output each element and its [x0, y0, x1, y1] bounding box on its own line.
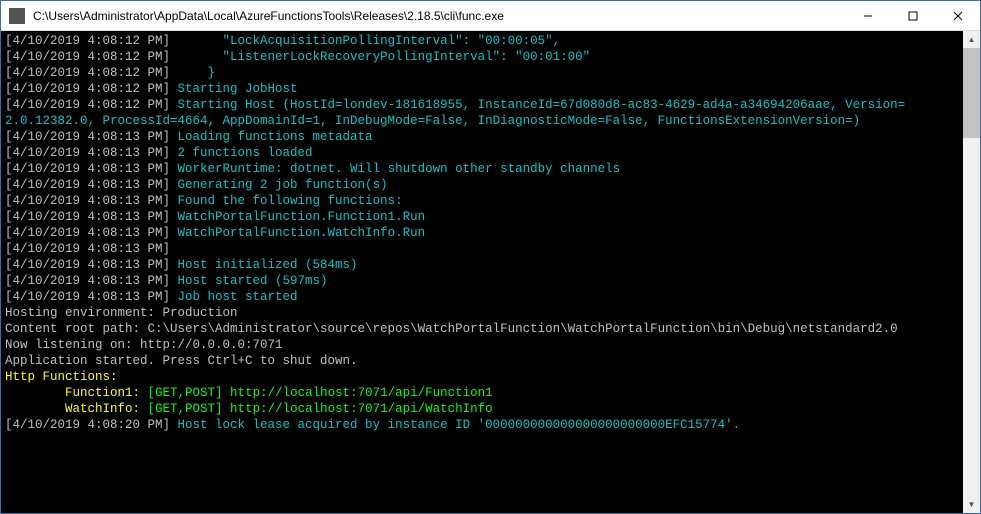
- console-line: [4/10/2019 4:08:13 PM] Generating 2 job …: [5, 177, 976, 193]
- console-line: Hosting environment: Production: [5, 305, 976, 321]
- scroll-track[interactable]: [963, 48, 980, 496]
- console-line: Content root path: C:\Users\Administrato…: [5, 321, 976, 337]
- console-line: [4/10/2019 4:08:13 PM] Host started (597…: [5, 273, 976, 289]
- scroll-up-arrow[interactable]: ▲: [963, 31, 980, 48]
- console-line: [4/10/2019 4:08:13 PM] WatchPortalFuncti…: [5, 225, 976, 241]
- console-line: [4/10/2019 4:08:13 PM] Found the followi…: [5, 193, 976, 209]
- titlebar[interactable]: C:\Users\Administrator\AppData\Local\Azu…: [1, 1, 980, 31]
- console-line: [4/10/2019 4:08:13 PM] WatchPortalFuncti…: [5, 209, 976, 225]
- minimize-button[interactable]: [845, 1, 890, 31]
- console-line: [4/10/2019 4:08:13 PM] 2 functions loade…: [5, 145, 976, 161]
- window-title: C:\Users\Administrator\AppData\Local\Azu…: [33, 9, 845, 23]
- console-output[interactable]: [4/10/2019 4:08:12 PM] "LockAcquisitionP…: [1, 31, 980, 513]
- maximize-button[interactable]: [890, 1, 935, 31]
- scrollbar[interactable]: ▲ ▼: [963, 31, 980, 513]
- console-line: Now listening on: http://0.0.0.0:7071: [5, 337, 976, 353]
- console-line: [4/10/2019 4:08:13 PM] WorkerRuntime: do…: [5, 161, 976, 177]
- console-line: [4/10/2019 4:08:13 PM]: [5, 241, 976, 257]
- console-line: 2.0.12382.0, ProcessId=4664, AppDomainId…: [5, 113, 976, 129]
- console-line: [4/10/2019 4:08:12 PM] "LockAcquisitionP…: [5, 33, 976, 49]
- close-button[interactable]: [935, 1, 980, 31]
- console-container: [4/10/2019 4:08:12 PM] "LockAcquisitionP…: [1, 31, 980, 513]
- console-line: [4/10/2019 4:08:12 PM] Starting Host (Ho…: [5, 97, 976, 113]
- app-icon: [9, 8, 25, 24]
- console-line: [4/10/2019 4:08:12 PM] "ListenerLockReco…: [5, 49, 976, 65]
- scroll-down-arrow[interactable]: ▼: [963, 496, 980, 513]
- console-line: [4/10/2019 4:08:13 PM] Loading functions…: [5, 129, 976, 145]
- console-line: Application started. Press Ctrl+C to shu…: [5, 353, 976, 369]
- http-function-line: WatchInfo: [GET,POST] http://localhost:7…: [5, 401, 976, 417]
- console-line: [4/10/2019 4:08:20 PM] Host lock lease a…: [5, 417, 976, 433]
- window-controls: [845, 1, 980, 31]
- console-line: [4/10/2019 4:08:12 PM] Starting JobHost: [5, 81, 976, 97]
- scroll-thumb[interactable]: [963, 48, 980, 138]
- console-line: Http Functions:: [5, 369, 976, 385]
- console-line: [4/10/2019 4:08:13 PM] Job host started: [5, 289, 976, 305]
- console-line: [4/10/2019 4:08:12 PM] }: [5, 65, 976, 81]
- console-line: [4/10/2019 4:08:13 PM] Host initialized …: [5, 257, 976, 273]
- http-function-line: Function1: [GET,POST] http://localhost:7…: [5, 385, 976, 401]
